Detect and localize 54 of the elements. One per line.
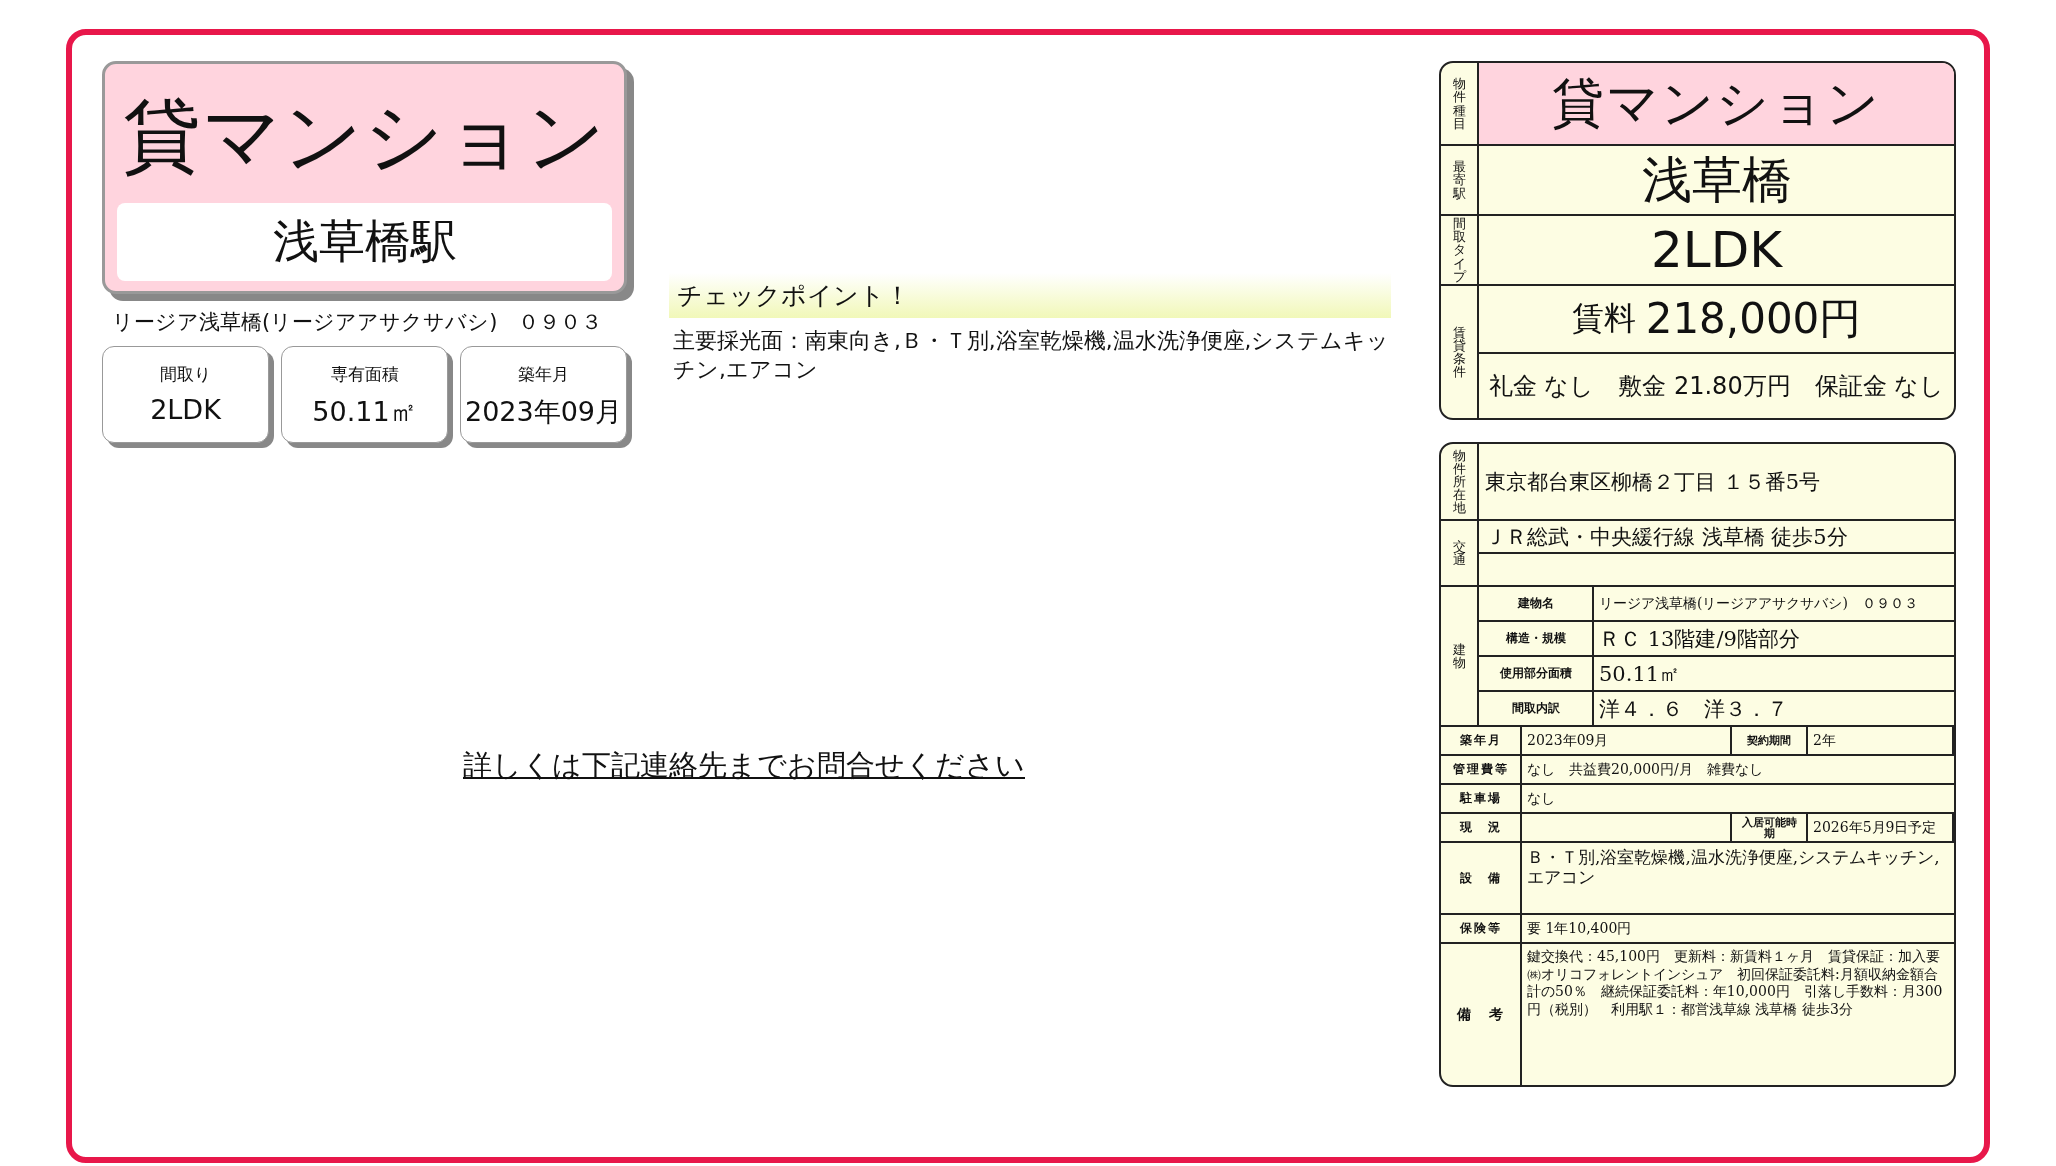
row-label: 設 備 xyxy=(1441,843,1522,915)
row-label: 建物名 xyxy=(1479,587,1594,620)
row-label: 間取タイプ xyxy=(1452,217,1466,283)
overview-value: 2LDK xyxy=(1650,220,1784,281)
row-label: 最寄駅 xyxy=(1452,160,1466,200)
row-label: 入居可能時期 xyxy=(1732,814,1808,843)
checkpoint-text: 主要採光面：南東向き,Ｂ・Ｔ別,浴室乾燥機,温水洗浄便座,システムキッチン,エアコン xyxy=(672,327,1391,384)
row-label: 現 況 xyxy=(1441,814,1522,843)
fee-text: 礼金 なし xyxy=(1488,371,1595,402)
row-value: なし 共益費20,000円/月 雑費なし xyxy=(1522,756,1954,785)
row-label: 構造・規模 xyxy=(1479,622,1594,655)
row-label: 物件所在地 xyxy=(1452,448,1466,515)
row-value: 鍵交換代：45,100円 更新料：新賃料１ヶ月 賃貸保証：加入要㈱オリコフォレントインシュア 初回保証委託料:月額収納金額合計の50％ 継続保証委託料：年10,000円 引落し手数料：月300円（税別） 利用駅１：都営浅草線 浅草橋 徒歩3分 xyxy=(1526,947,1944,1019)
summary-label: 築年月 xyxy=(518,362,569,386)
summary-value: 2LDK xyxy=(150,393,221,425)
summary-label: 専有面積 xyxy=(330,362,399,386)
row-value: 洋４．６ 洋３．７ xyxy=(1598,695,1789,723)
contact-link[interactable]: 詳しくは下記連絡先までお問合せください xyxy=(463,746,1025,787)
row-label: 保険等 xyxy=(1441,915,1522,944)
row-value: ＲＣ 13階建/9階部分 xyxy=(1598,625,1801,653)
building-name: リージア浅草橋(リージアアサクサバシ) ０９０３ xyxy=(112,308,604,336)
row-label: 管理費等 xyxy=(1441,756,1522,785)
row-label: 契約期間 xyxy=(1732,727,1808,756)
summary-value: 50.11㎡ xyxy=(312,394,417,429)
row-value: 2年 xyxy=(1808,727,1954,756)
row-value: Ｂ・Ｔ別,浴室乾燥機,温水洗浄便座,システムキッチン,エアコン xyxy=(1522,843,1954,915)
row-value: リージア浅草橋(リージアアサクサバシ) ０９０３ xyxy=(1598,593,1919,613)
summary-value: 2023年09月 xyxy=(464,394,623,429)
property-type: 貸マンション xyxy=(122,90,607,183)
access-value: ＪＲ総武・中央緩行線 浅草橋 徒歩5分 xyxy=(1479,521,1954,554)
station-name: 浅草橋駅 xyxy=(117,202,612,281)
rent-amount: 218,000円 xyxy=(1645,293,1862,345)
address-value: 東京都台東区柳橋２丁目 １５番5号 xyxy=(1484,468,1822,496)
row-label: 交通 xyxy=(1452,539,1466,567)
row-value: 50.11㎡ xyxy=(1598,660,1682,688)
overview-value: 浅草橋 xyxy=(1640,149,1793,211)
rent-label: 賃料 xyxy=(1571,298,1636,339)
fee-text: 保証金 なし xyxy=(1814,371,1945,402)
row-value: 2026年5月9日予定 xyxy=(1808,814,1954,843)
row-value: 要 1年10,400円 xyxy=(1522,915,1954,944)
row-label: 建物 xyxy=(1452,642,1466,670)
row-value: 2023年09月 xyxy=(1522,727,1732,756)
property-type: 貸マンション xyxy=(1479,63,1954,144)
summary-label: 間取り xyxy=(160,362,211,386)
row-label: 賃貸条件 xyxy=(1452,325,1466,379)
row-label: 使用部分面積 xyxy=(1479,657,1594,690)
row-label: 備 考 xyxy=(1441,944,1522,1085)
row-value: なし xyxy=(1522,785,1954,814)
row-label: 築年月 xyxy=(1441,727,1522,756)
row-label: 駐車場 xyxy=(1441,785,1522,814)
row-label: 間取内訳 xyxy=(1479,692,1594,725)
row-label: 物件種目 xyxy=(1452,77,1466,130)
fee-text: 敷金 21.80万円 xyxy=(1618,371,1791,402)
checkpoint-heading: チェックポイント！ xyxy=(669,273,1391,318)
